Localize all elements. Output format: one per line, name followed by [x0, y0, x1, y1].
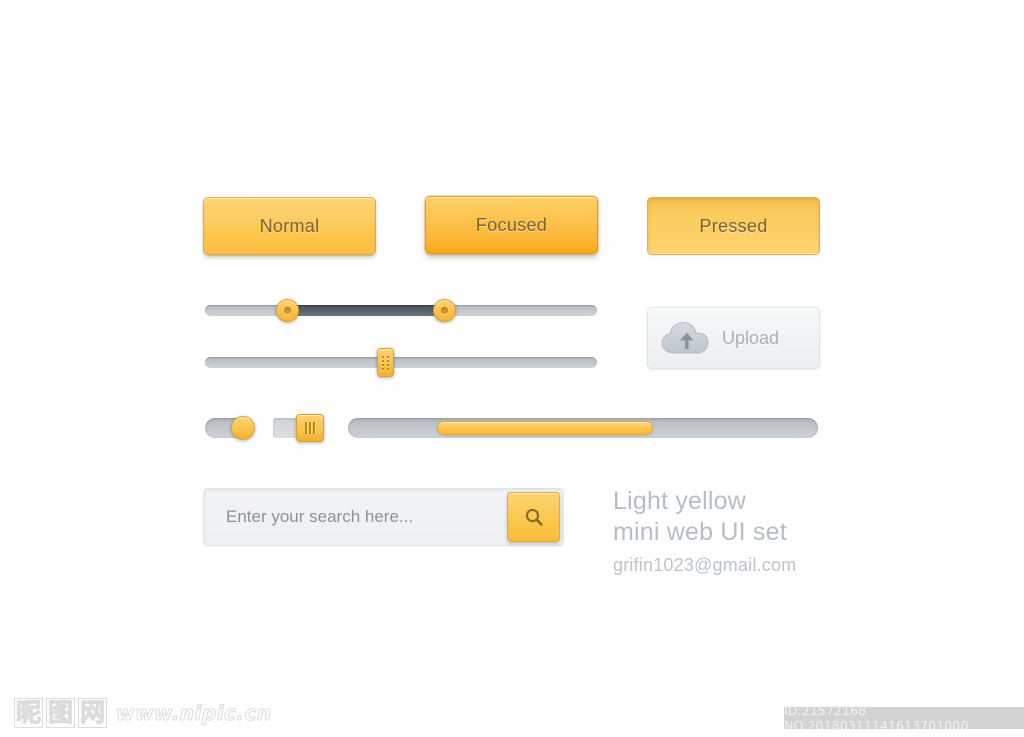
watermark-logo-text: 昵 图 网 — [14, 698, 108, 728]
kit-title-block: Light yellow mini web UI set grifin1023@… — [613, 486, 796, 576]
search-button[interactable] — [507, 492, 560, 542]
pressed-button[interactable]: Pressed — [647, 197, 820, 255]
image-id-text: ID:21572168 NO:20180311141613701000 — [784, 703, 969, 733]
slider-handle[interactable] — [376, 348, 394, 377]
progress-range-bar[interactable] — [348, 418, 818, 438]
dual-handle-range-slider[interactable] — [205, 299, 597, 322]
slider-range-fill — [287, 305, 445, 316]
watermark: 昵 图 网 www.nipic.cn — [14, 698, 272, 728]
kit-title-line-2: mini web UI set — [613, 518, 787, 546]
watermark-url: www.nipic.cn — [116, 701, 272, 726]
focused-button-label: Focused — [475, 214, 548, 235]
single-handle-slider[interactable] — [205, 348, 597, 377]
pressed-button-label: Pressed — [699, 215, 768, 236]
cloud-upload-icon — [660, 319, 716, 357]
normal-button-label: Normal — [259, 215, 320, 236]
slider-handle-low[interactable] — [275, 299, 299, 322]
search-icon — [525, 508, 543, 526]
focused-button[interactable]: Focused — [425, 196, 598, 254]
search-input[interactable] — [204, 489, 507, 545]
toggle-round[interactable] — [205, 416, 255, 440]
search-box[interactable] — [203, 488, 564, 546]
upload-button-label: Upload — [722, 327, 780, 348]
slider-handle-high[interactable] — [432, 299, 456, 322]
grip-dots-icon — [381, 355, 389, 370]
ui-kit-canvas: Normal Focused Pressed Upload Enter your… — [0, 0, 1024, 737]
normal-button[interactable]: Normal — [203, 197, 376, 255]
toggle-square-knob[interactable] — [296, 414, 324, 442]
author-email: grifin1023@gmail.com — [613, 555, 797, 575]
slider-track[interactable] — [205, 357, 597, 368]
upload-button[interactable]: Upload — [647, 307, 820, 369]
watermark-char: 昵 — [14, 698, 44, 728]
watermark-char: 图 — [46, 698, 76, 728]
toggle-square[interactable] — [273, 414, 324, 442]
progress-fill — [437, 421, 654, 435]
image-id-bar: ID:21572168 NO:20180311141613701000 — [784, 703, 1024, 733]
watermark-char: 网 — [78, 698, 108, 728]
kit-title-line-1: Light yellow — [613, 487, 747, 515]
toggle-round-knob[interactable] — [231, 416, 255, 440]
